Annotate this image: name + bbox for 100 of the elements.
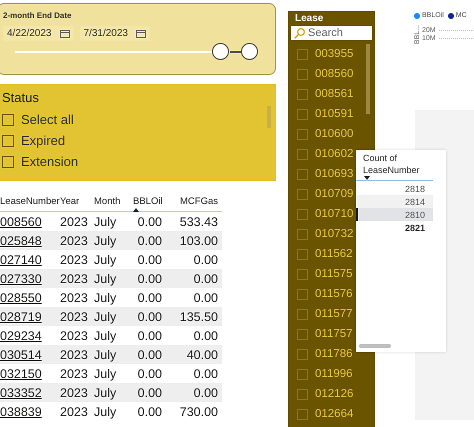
option-label[interactable]: 012664 (315, 408, 354, 420)
table-cell-text: 0.00 (136, 234, 162, 248)
checkbox[interactable] (297, 68, 308, 80)
lease-link[interactable]: 032150 (0, 366, 60, 380)
table-cell: 2818 (404, 184, 425, 194)
slider-thumb[interactable] (212, 43, 229, 60)
table-row[interactable]: 2810 (356, 208, 433, 221)
table-cell-text: 0.00 (136, 386, 162, 400)
option-label[interactable]: 011576 (315, 288, 353, 300)
option-label[interactable]: 011757 (315, 328, 353, 340)
lease-link[interactable]: 027140 (0, 252, 60, 266)
table-cell-text: 0.00 (136, 272, 162, 286)
scrollbar[interactable] (366, 44, 370, 114)
column-header[interactable]: Year (60, 196, 94, 207)
checkbox[interactable] (2, 156, 14, 168)
checkbox[interactable] (297, 188, 308, 200)
table-cell-text: July (94, 252, 118, 266)
checkbox[interactable] (2, 114, 14, 126)
table-cell-text: 0.00 (136, 366, 162, 380)
option-label[interactable]: 011562 (315, 248, 353, 260)
table-cell-text: 2023 (60, 366, 89, 380)
table-cell-text: 0.00 (136, 328, 162, 342)
table-cell-text: 533.43 (178, 214, 218, 228)
option-label[interactable]: Extension (21, 154, 78, 169)
option-label[interactable]: 008560 (315, 68, 354, 80)
table-cell-text: 0.00 (136, 214, 162, 228)
checkbox[interactable] (297, 348, 308, 360)
option-label[interactable]: 011996 (315, 368, 353, 380)
table-cell-text: July (94, 404, 118, 418)
slicer-title: Status (2, 90, 40, 105)
table-row[interactable]: 2818 (356, 182, 433, 195)
checkbox[interactable] (297, 108, 308, 120)
slicer-title: 2-month End Date (3, 11, 72, 20)
date-field[interactable]: 7/31/2023 (80, 26, 150, 41)
lease-link[interactable]: 033352 (0, 386, 60, 400)
option-label[interactable]: 011577 (315, 308, 353, 320)
checkbox[interactable] (297, 268, 308, 280)
option-label[interactable]: Expired (21, 133, 66, 148)
table-cell-text: 0.00 (192, 366, 218, 380)
calendar-icon (60, 29, 70, 38)
checkbox[interactable] (297, 388, 308, 400)
option-label[interactable]: 011575 (315, 268, 353, 280)
table-cell-text: 2023 (60, 290, 89, 304)
table-cell-text: 0.00 (192, 272, 218, 286)
column-header[interactable]: Count of LeaseNumber (356, 152, 433, 181)
checkbox[interactable] (297, 128, 308, 140)
table-cell-text: 0.00 (136, 252, 162, 266)
option-label[interactable]: Select all (21, 112, 74, 127)
lease-link[interactable]: 038839 (0, 404, 60, 418)
range-slider[interactable] (15, 43, 259, 61)
table-cell-text: July (94, 290, 118, 304)
checkbox[interactable] (297, 88, 308, 100)
checkbox[interactable] (297, 308, 308, 320)
column-header[interactable]: Month (94, 196, 130, 207)
option-label[interactable]: 003955 (315, 48, 354, 60)
lease-link[interactable]: 029234 (0, 328, 60, 342)
lease-link[interactable]: 028719 (0, 310, 60, 324)
option-label[interactable]: 010591 (315, 108, 354, 120)
checkbox[interactable] (297, 288, 308, 300)
table-cell-text: 2023 (60, 214, 89, 228)
option-label[interactable]: 008561 (315, 88, 354, 100)
checkbox[interactable] (297, 408, 308, 420)
checkbox[interactable] (297, 208, 308, 220)
table-cell-text: 0.00 (192, 328, 218, 342)
table-cell: 2814 (404, 196, 425, 206)
scrollbar[interactable] (359, 344, 391, 348)
search-field[interactable]: Search (291, 26, 372, 40)
column-header[interactable]: MCFGas (162, 196, 218, 207)
option-label[interactable]: 010600 (315, 128, 354, 140)
table-cell-text: July (94, 328, 118, 342)
table-cell-text: July (94, 366, 118, 380)
option-label[interactable]: 012126 (315, 388, 354, 400)
option-label[interactable]: 010693 (315, 168, 354, 180)
option-label[interactable]: 010710 (315, 208, 354, 220)
column-header[interactable]: BBLOil (130, 196, 162, 207)
table-cell-text: 0.00 (192, 386, 218, 400)
lease-link[interactable]: 008560 (0, 214, 60, 228)
checkbox[interactable] (297, 168, 308, 180)
slider-thumb[interactable] (241, 43, 258, 60)
table-cell-text: July (94, 348, 118, 362)
lease-link[interactable]: 027330 (0, 272, 60, 286)
search-icon (294, 28, 305, 39)
column-header[interactable]: LeaseNumber (0, 196, 60, 207)
table-cell-text: 0.00 (192, 252, 218, 266)
option-label[interactable]: 011786 (315, 348, 353, 360)
option-label[interactable]: 010732 (315, 228, 354, 240)
lease-link[interactable]: 028550 (0, 290, 60, 304)
checkbox[interactable] (297, 248, 308, 260)
checkbox[interactable] (297, 148, 308, 160)
checkbox[interactable] (297, 48, 308, 60)
checkbox[interactable] (297, 328, 308, 340)
option-label[interactable]: 010709 (315, 188, 354, 200)
table-row[interactable]: 2814 (356, 195, 433, 208)
date-field[interactable]: 4/22/2023 (3, 26, 74, 41)
lease-link[interactable]: 025848 (0, 234, 60, 248)
option-label[interactable]: 010602 (315, 148, 354, 160)
lease-link[interactable]: 030514 (0, 348, 60, 362)
checkbox[interactable] (2, 134, 14, 146)
checkbox[interactable] (297, 228, 308, 240)
checkbox[interactable] (297, 368, 308, 380)
